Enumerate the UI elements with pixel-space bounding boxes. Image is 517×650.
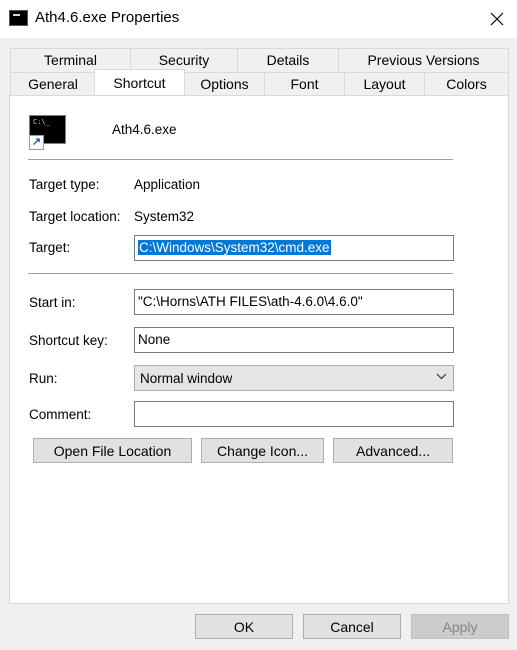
button-label: Cancel (330, 618, 374, 635)
tab-label: General (28, 76, 78, 92)
run-value: Normal window (140, 371, 233, 386)
change-icon-button[interactable]: Change Icon... (201, 438, 324, 463)
start-in-input[interactable]: "C:\Horns\ATH FILES\ath-4.6.0\4.6.0" (134, 289, 454, 315)
tab-layout[interactable]: Layout (344, 72, 425, 95)
target-input[interactable]: C:\Windows\System32\cmd.exe (134, 235, 454, 261)
button-label: Open File Location (53, 442, 172, 459)
tab-general[interactable]: General (10, 72, 96, 95)
shortcut-arrow-icon: ↗ (29, 135, 44, 150)
tab-shortcut[interactable]: Shortcut (94, 69, 185, 95)
console-prompt-text: C:\_ (33, 118, 50, 126)
tab-label: Shortcut (113, 74, 166, 91)
start-in-label: Start in: (29, 295, 76, 310)
close-icon (490, 12, 503, 26)
shortcut-key-value: None (138, 332, 171, 347)
target-type-value: Application (134, 177, 201, 192)
tab-options[interactable]: Options (184, 72, 265, 95)
run-label: Run: (29, 371, 58, 386)
target-label: Target: (29, 240, 71, 255)
target-location-value: System32 (134, 209, 195, 224)
target-value: C:\Windows\System32\cmd.exe (138, 240, 331, 255)
tab-previous-versions[interactable]: Previous Versions (338, 48, 509, 71)
title-bar: Ath4.6.exe Properties (0, 0, 517, 38)
open-file-location-button[interactable]: Open File Location (33, 438, 192, 463)
tab-label: Options (200, 76, 249, 92)
button-label: Apply (442, 618, 478, 635)
close-button[interactable] (476, 0, 517, 38)
tab-label: Font (290, 76, 319, 92)
tab-label: Security (158, 52, 210, 68)
tab-colors[interactable]: Colors (424, 72, 509, 95)
comment-label: Comment: (29, 407, 92, 422)
tab-label: Previous Versions (367, 52, 480, 68)
comment-input[interactable] (134, 401, 454, 427)
button-label: Advanced... (356, 442, 430, 459)
divider (28, 159, 453, 160)
tab-label: Layout (363, 76, 406, 92)
shortcut-key-input[interactable]: None (134, 327, 454, 353)
tab-label: Details (266, 52, 310, 68)
console-shortcut-icon: C:\_ ↗ (29, 115, 66, 150)
tab-security[interactable]: Security (130, 48, 238, 71)
start-in-value: "C:\Horns\ATH FILES\ath-4.6.0\4.6.0" (138, 294, 363, 309)
shortcut-key-label: Shortcut key: (29, 333, 108, 348)
ok-button[interactable]: OK (195, 614, 293, 639)
tab-font[interactable]: Font (264, 72, 345, 95)
target-location-label: Target location: (29, 209, 121, 224)
cancel-button[interactable]: Cancel (303, 614, 401, 639)
apply-button[interactable]: Apply (411, 614, 509, 639)
tab-details[interactable]: Details (237, 48, 339, 71)
divider (28, 273, 453, 274)
tab-label: Colors (446, 76, 487, 92)
window-title: Ath4.6.exe Properties (35, 9, 180, 26)
advanced-button[interactable]: Advanced... (333, 438, 453, 463)
target-type-label: Target type: (29, 177, 100, 192)
run-select[interactable]: Normal window (134, 365, 454, 391)
button-label: OK (233, 618, 255, 635)
chevron-down-icon (436, 373, 447, 380)
file-name: Ath4.6.exe (112, 122, 177, 137)
button-label: Change Icon... (216, 442, 309, 459)
console-icon (9, 10, 28, 26)
tab-label: Terminal (44, 52, 97, 68)
tab-terminal[interactable]: Terminal (10, 48, 131, 71)
